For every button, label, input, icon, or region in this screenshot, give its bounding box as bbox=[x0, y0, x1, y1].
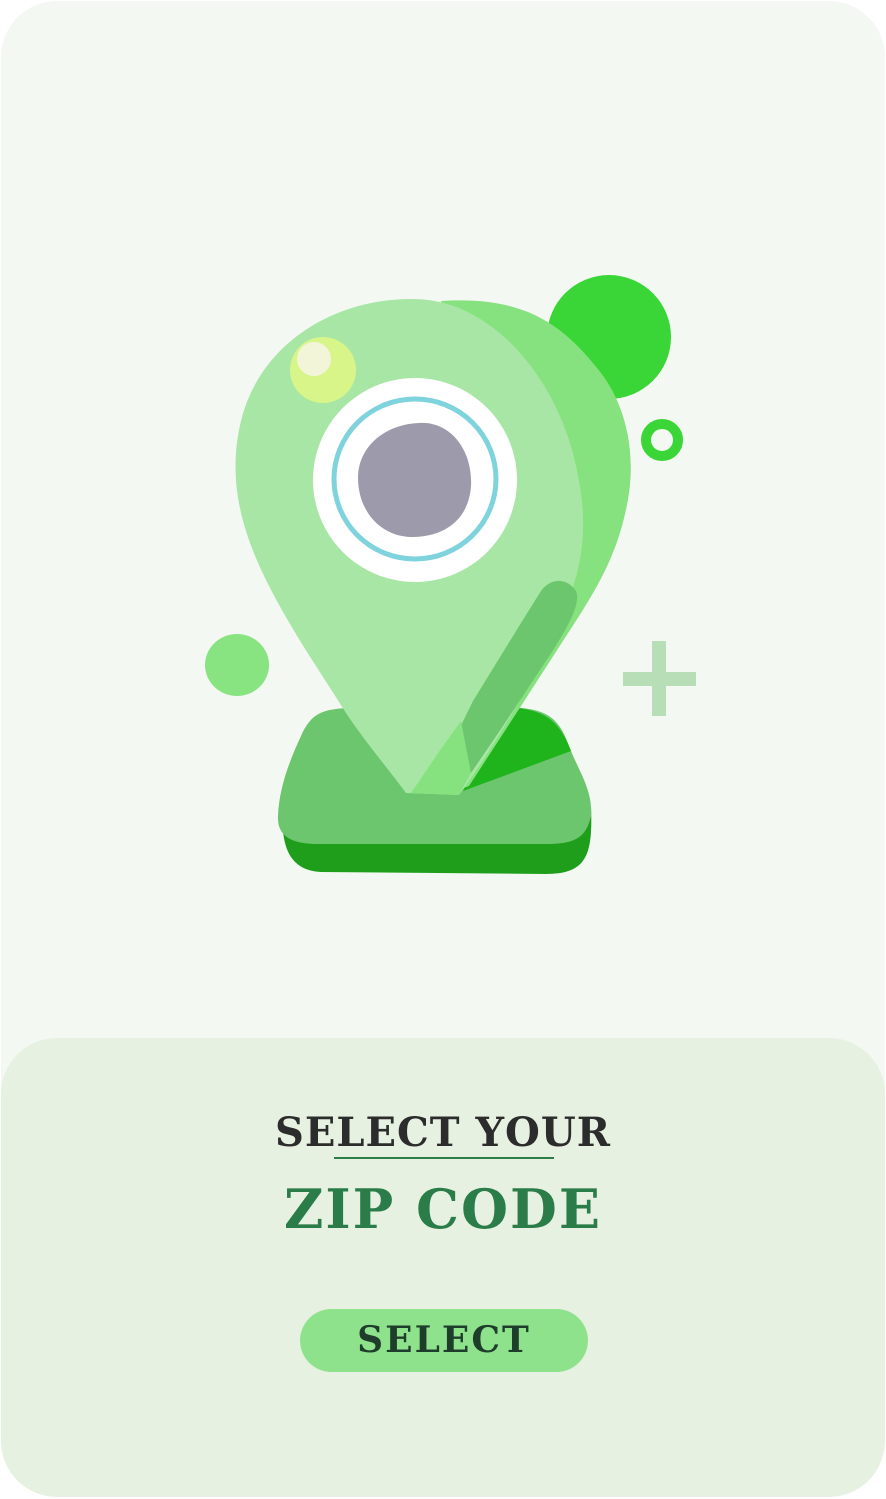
headline-line-1: SELECT YOUR bbox=[274, 1109, 612, 1156]
pin-eye-icon bbox=[313, 378, 517, 582]
zip-code-screen: SELECT YOUR ZIP CODE SELECT bbox=[1, 1, 885, 1497]
map-pin-illustration bbox=[205, 275, 696, 874]
small-ring-icon bbox=[641, 419, 683, 461]
plus-icon bbox=[623, 641, 696, 716]
bottom-panel bbox=[1, 1038, 885, 1497]
headline-underline bbox=[334, 1157, 554, 1159]
left-bubble-icon bbox=[205, 634, 269, 696]
select-button[interactable]: SELECT bbox=[300, 1309, 588, 1372]
headline-line-2: ZIP CODE bbox=[283, 1177, 603, 1241]
